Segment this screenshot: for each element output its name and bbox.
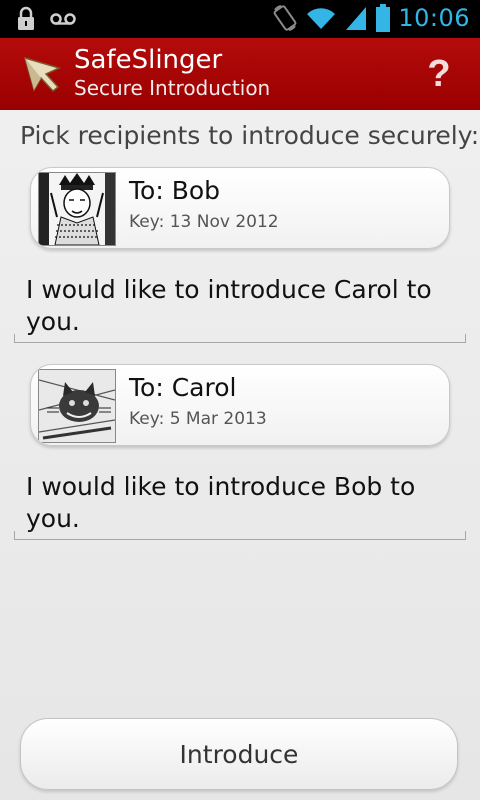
status-time: 10:06 [398, 4, 470, 32]
instruction-text: Pick recipients to introduce securely: [20, 121, 480, 150]
status-bar-left [16, 6, 76, 32]
battery-icon [376, 4, 391, 32]
signal-icon [346, 7, 367, 30]
message-text: I would like to introduce Carol to you. [26, 275, 432, 336]
action-bar: SafeSlinger Secure Introduction ? [0, 38, 480, 110]
introduce-button[interactable]: Introduce [20, 718, 458, 790]
recipient-key-date: Key: 13 Nov 2012 [129, 212, 279, 232]
recipient-key-date: Key: 5 Mar 2013 [129, 409, 267, 429]
screen-rotation-icon [273, 5, 297, 31]
app-title: SafeSlinger [74, 45, 223, 75]
recipient-card-bob[interactable]: To: Bob Key: 13 Nov 2012 [30, 167, 450, 249]
king-portrait-photo [38, 172, 116, 246]
message-field-carol[interactable]: I would like to introduce Bob to you. [14, 471, 466, 540]
status-bar: 10:06 [0, 0, 480, 38]
voicemail-icon [50, 13, 76, 25]
status-bar-right: 10:06 [272, 4, 470, 32]
app-logo-icon [23, 56, 62, 93]
app-subtitle: Secure Introduction [74, 76, 271, 100]
cheshire-cat-photo [38, 369, 116, 443]
message-field-bob[interactable]: I would like to introduce Carol to you. [14, 274, 466, 343]
lock-icon [18, 6, 34, 30]
recipient-card-carol[interactable]: To: Carol Key: 5 Mar 2013 [30, 364, 450, 446]
message-text: I would like to introduce Bob to you. [26, 472, 416, 533]
recipient-to: To: Bob [129, 176, 221, 205]
wifi-icon [307, 8, 336, 29]
help-button[interactable]: ? [424, 52, 454, 96]
recipient-to: To: Carol [129, 373, 237, 402]
